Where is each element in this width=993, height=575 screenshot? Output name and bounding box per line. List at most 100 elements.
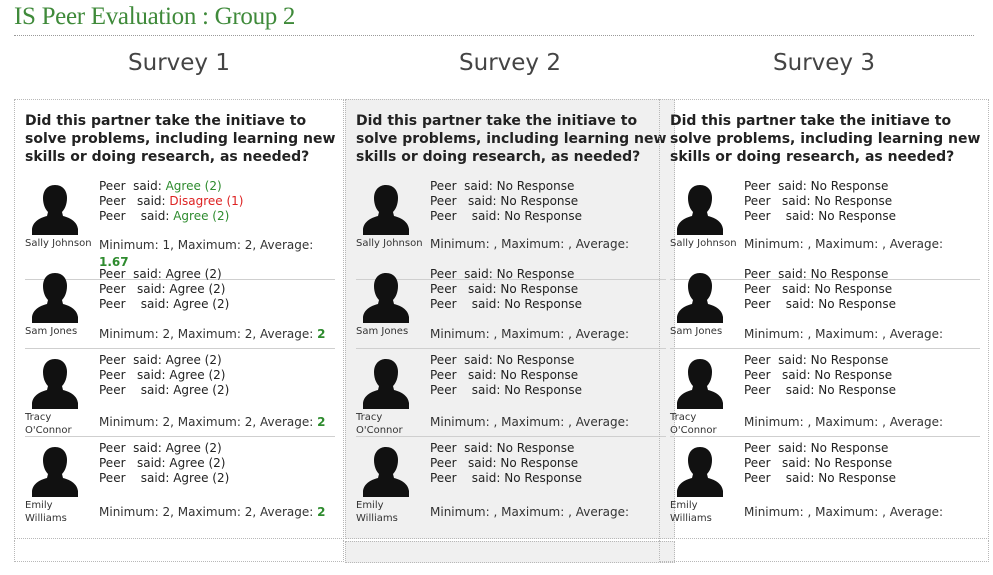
peer-response: Peer said: Agree (2) (99, 353, 222, 367)
said-label: said: (464, 441, 493, 455)
said-label: said: (136, 456, 166, 470)
person-name: Sam Jones (670, 326, 723, 337)
peer-label: Peer (744, 282, 771, 296)
person-entry: Sam Jones Peer said: Agree (2) Peer said: … (25, 263, 335, 349)
peer-response: Peer said: Agree (2) (99, 471, 229, 485)
peer-label: Peer (744, 267, 771, 281)
survey-panel-footer (659, 540, 989, 562)
peer-label: Peer (99, 297, 126, 311)
peer-label: Peer (99, 471, 126, 485)
peer-label: Peer (430, 456, 457, 470)
peer-response: Peer said: No Response (744, 456, 892, 470)
stats-text: Minimum: , Maximum: , Average: (430, 237, 630, 251)
said-label: said: (785, 471, 815, 485)
page-title: IS Peer Evaluation : Group 2 (14, 3, 296, 30)
response-value: No Response (496, 353, 575, 367)
peer-label: Peer (430, 441, 457, 455)
response-value: No Response (500, 194, 579, 208)
peer-response: Peer said: Agree (2) (99, 456, 225, 470)
response-value: No Response (818, 209, 896, 223)
peer-response: Peer said: No Response (744, 297, 896, 311)
response-value: Agree (2) (169, 368, 226, 382)
said-label: said: (785, 383, 815, 397)
response-value: No Response (814, 368, 893, 382)
peer-label: Peer (744, 471, 771, 485)
peer-label: Peer (99, 209, 126, 223)
said-label: said: (781, 456, 811, 470)
peer-response: Peer said: No Response (744, 179, 888, 193)
said-label: said: (140, 209, 170, 223)
person-silhouette-icon (27, 179, 83, 235)
response-value: Agree (2) (173, 471, 230, 485)
response-value: No Response (810, 179, 889, 193)
response-value: No Response (814, 282, 893, 296)
stats-line: Minimum: , Maximum: , Average: (744, 327, 943, 341)
response-value: Disagree (1) (169, 194, 244, 208)
response-value: Agree (2) (173, 209, 230, 223)
stats-text: Minimum: , Maximum: , Average: (744, 415, 944, 429)
stats-line: Minimum: , Maximum: , Average: (744, 237, 943, 251)
survey-panel-footer (345, 541, 675, 563)
person-name: Tracy O'Connor (670, 412, 717, 436)
peer-label: Peer (430, 267, 457, 281)
response-value: Agree (2) (173, 297, 230, 311)
response-value: No Response (810, 267, 889, 281)
peer-label: Peer (430, 383, 457, 397)
question-text: Did this partner take the initiave to so… (356, 113, 667, 165)
response-value: Agree (2) (165, 267, 222, 281)
said-label: said: (464, 353, 493, 367)
stats-text: Minimum: , Maximum: , Average: (744, 327, 944, 341)
stats-line: Minimum: , Maximum: , Average: (430, 237, 629, 251)
peer-response: Peer said: Agree (2) (99, 209, 229, 223)
response-value: No Response (496, 441, 575, 455)
peer-label: Peer (744, 456, 771, 470)
said-label: said: (133, 179, 162, 193)
said-label: said: (471, 297, 501, 311)
person-name: Tracy O'Connor (356, 412, 403, 436)
survey-panel: Did this partner take the initiave to so… (659, 99, 989, 539)
said-label: said: (781, 282, 811, 296)
peer-label: Peer (99, 353, 126, 367)
said-label: said: (133, 353, 162, 367)
person-silhouette-icon (27, 353, 83, 409)
peer-response: Peer said: No Response (430, 282, 578, 296)
said-label: said: (778, 179, 807, 193)
survey-title: Survey 2 (459, 50, 561, 76)
peer-label: Peer (744, 368, 771, 382)
person-entry: Tracy O'Connor Peer said: No Response Peer… (670, 349, 980, 437)
person-entry: Sam Jones Peer said: No Response Peer said… (356, 263, 666, 349)
person-name: Emily Williams (356, 500, 398, 524)
survey-panel: Did this partner take the initiave to so… (345, 99, 675, 539)
title-divider (14, 35, 974, 36)
said-label: said: (471, 471, 501, 485)
stats-line: Minimum: , Maximum: , Average: (430, 327, 629, 341)
peer-label: Peer (430, 194, 457, 208)
peer-label: Peer (99, 267, 126, 281)
peer-response: Peer said: Agree (2) (99, 297, 229, 311)
stats-text: Minimum: , Maximum: , Average: (430, 505, 630, 519)
question-text: Did this partner take the initiave to so… (670, 113, 981, 165)
survey-panel-footer (14, 540, 344, 562)
response-value: No Response (810, 441, 889, 455)
peer-label: Peer (744, 194, 771, 208)
said-label: said: (467, 282, 497, 296)
question-text: Did this partner take the initiave to so… (25, 113, 336, 165)
stats-text: Minimum: 2, Maximum: 2, Average: (99, 415, 314, 429)
response-value: No Response (500, 456, 579, 470)
peer-response: Peer said: No Response (430, 368, 578, 382)
peer-response: Peer said: No Response (430, 456, 578, 470)
response-value: No Response (504, 297, 582, 311)
said-label: said: (785, 209, 815, 223)
peer-response: Peer said: No Response (430, 471, 582, 485)
average-value: 2 (317, 415, 326, 429)
peer-response: Peer said: No Response (744, 383, 896, 397)
stats-text: Minimum: 1, Maximum: 2, Average: (99, 238, 314, 252)
peer-response: Peer said: Disagree (1) (99, 194, 243, 208)
said-label: said: (781, 194, 811, 208)
said-label: said: (140, 471, 170, 485)
response-value: No Response (496, 179, 575, 193)
peer-label: Peer (744, 353, 771, 367)
said-label: said: (467, 456, 497, 470)
response-value: No Response (500, 282, 579, 296)
peer-response: Peer said: Agree (2) (99, 179, 222, 193)
